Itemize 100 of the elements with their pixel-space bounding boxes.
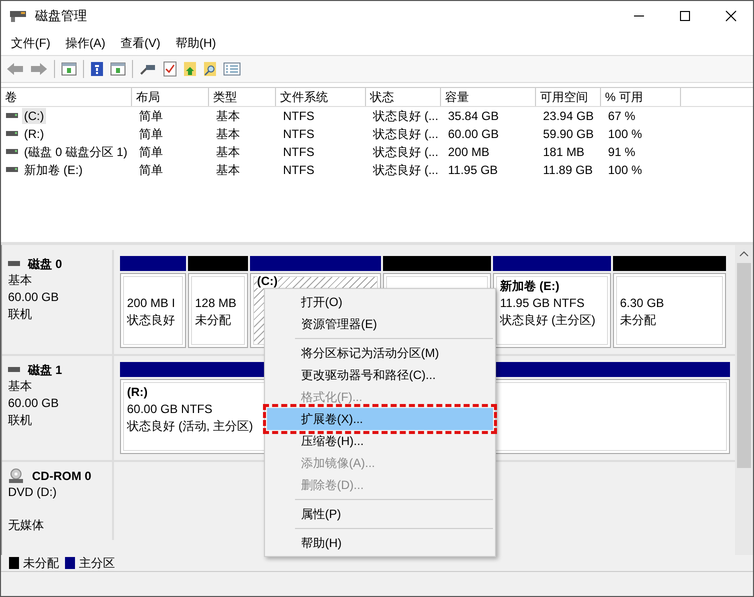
drive-icon [6,149,18,155]
table-cell-text: 简单 [138,144,164,160]
partition-detail: 11.95 GB NTFS [500,295,584,312]
folder-up-icon[interactable] [183,61,197,77]
partition-detail: 200 MB I [127,295,176,312]
context-menu-item[interactable]: 更改驱动器号和路径(C)... [267,364,493,386]
partition-detail: 状态良好 [127,312,175,329]
table-cell-text: 状态良好 (... [372,108,440,124]
disk-status: 无媒体 [8,517,45,534]
drive-icon [6,167,18,173]
table-cell-text: NTFS [282,126,316,142]
table-cell-text: 基本 [215,162,241,178]
partition-bar [120,256,186,271]
disk-detail: 60.00 GB [8,289,60,306]
panel-view-icon[interactable] [61,62,77,76]
menu-item[interactable]: 帮助(H) [175,34,216,52]
column-header[interactable]: 状态 [366,88,441,106]
partition-label: 新加卷 (E:) [500,278,560,295]
partition-detail: 128 MB [195,295,236,312]
context-menu-item[interactable]: 扩展卷(X)... [267,408,493,430]
partition-detail: 未分配 [195,312,231,329]
disk-detail: 联机 [8,306,33,323]
help-icon[interactable] [90,61,104,77]
table-cell-text: 11.89 GB [542,162,594,178]
optical-drive-icon [8,468,24,484]
scroll-up-icon[interactable] [739,251,749,257]
column-header[interactable]: 容量 [441,88,536,106]
close-icon[interactable] [725,10,737,22]
table-cell-text: NTFS [282,162,316,178]
table-cell-text: 简单 [138,108,164,124]
disk-name: 磁盘 1 [28,362,62,378]
partition-label: (R:) [127,384,148,401]
table-cell-text: 23.94 GB [542,108,595,124]
table-cell-text: 11.95 GB [447,162,499,178]
partition-detail: 未分配 [620,312,656,329]
table-cell-text: 59.90 GB [542,126,595,142]
partition-detail: 6.30 GB [620,295,664,312]
context-menu-item[interactable]: 属性(P) [267,503,493,525]
table-cell[interactable]: (磁盘 0 磁盘分区 1) [22,144,130,160]
menu-item[interactable]: 操作(A) [65,34,106,52]
table-cell-text: 60.00 GB [447,126,500,142]
table-cell-text: 100 % [607,162,644,178]
disk-management-icon [9,9,27,23]
column-header[interactable]: 布局 [132,88,209,106]
table-cell-text: 35.84 GB [447,108,500,124]
folder-search-icon[interactable] [203,61,217,77]
column-header[interactable]: 类型 [209,88,276,106]
table-cell-text: 简单 [138,126,164,142]
column-header[interactable]: 可用空间 [536,88,601,106]
context-menu-item[interactable]: 将分区标记为活动分区(M) [267,342,493,364]
table-cell-text: 状态良好 (... [372,144,440,160]
disk-detail: 基本 [8,272,33,289]
partition-bar [188,256,248,271]
table-cell-text: 基本 [215,108,241,124]
table-cell[interactable]: (C:) [22,108,46,124]
table-cell-text: 基本 [215,126,241,142]
menu-item[interactable]: 文件(F) [11,34,50,52]
forward-arrow-icon[interactable] [30,62,48,76]
context-menu-item[interactable]: 打开(O) [267,291,493,313]
panel-view-icon[interactable] [110,62,126,76]
context-menu-item[interactable]: 压缩卷(H)... [267,430,493,452]
properties-icon[interactable] [223,62,241,76]
checklist-icon[interactable] [163,61,177,77]
disk-name: CD-ROM 0 [32,469,92,483]
partition-detail: 状态良好 (活动, 主分区) [127,418,253,435]
connect-icon[interactable] [139,62,157,76]
menu-item[interactable]: 查看(V) [120,34,160,52]
column-header[interactable]: 卷 [1,88,132,106]
disk-detail: 联机 [8,412,33,429]
context-menu-item[interactable]: 帮助(H) [267,532,493,554]
column-header[interactable]: % 可用 [601,88,681,106]
partition-detail: 60.00 GB NTFS [127,401,212,418]
table-cell-text: 67 % [607,108,636,124]
window-title: 磁盘管理 [35,7,87,25]
scrollbar[interactable] [735,245,753,555]
legend-label: 主分区 [79,554,115,572]
disk-detail: 基本 [8,378,33,395]
partition-detail: 状态良好 (主分区) [500,312,596,329]
disk-detail: 60.00 GB [8,395,60,412]
table-cell-text: 简单 [138,162,164,178]
table-cell-text: 91 % [607,144,636,160]
table-cell-text: 200 MB [447,144,490,160]
table-cell-text: 100 % [607,126,644,142]
column-header[interactable]: 文件系统 [276,88,366,106]
table-cell[interactable]: 新加卷 (E:) [22,162,85,178]
table-cell-text: 基本 [215,144,241,160]
table-cell-text: 181 MB [542,144,586,160]
drive-icon [6,131,18,137]
maximize-icon[interactable] [679,10,691,22]
table-cell[interactable]: (R:) [22,126,46,142]
partition-label: (C:) [257,274,278,288]
table-cell-text: 状态良好 (... [372,162,440,178]
legend-label: 未分配 [23,554,59,572]
context-menu-item[interactable]: 资源管理器(E) [267,313,493,335]
disk-detail: DVD (D:) [8,484,58,501]
back-arrow-icon[interactable] [6,62,24,76]
drive-icon [6,113,18,119]
table-cell-text: NTFS [282,108,316,124]
disk-name: 磁盘 0 [28,256,62,272]
table-cell-text: 状态良好 (... [372,126,440,142]
